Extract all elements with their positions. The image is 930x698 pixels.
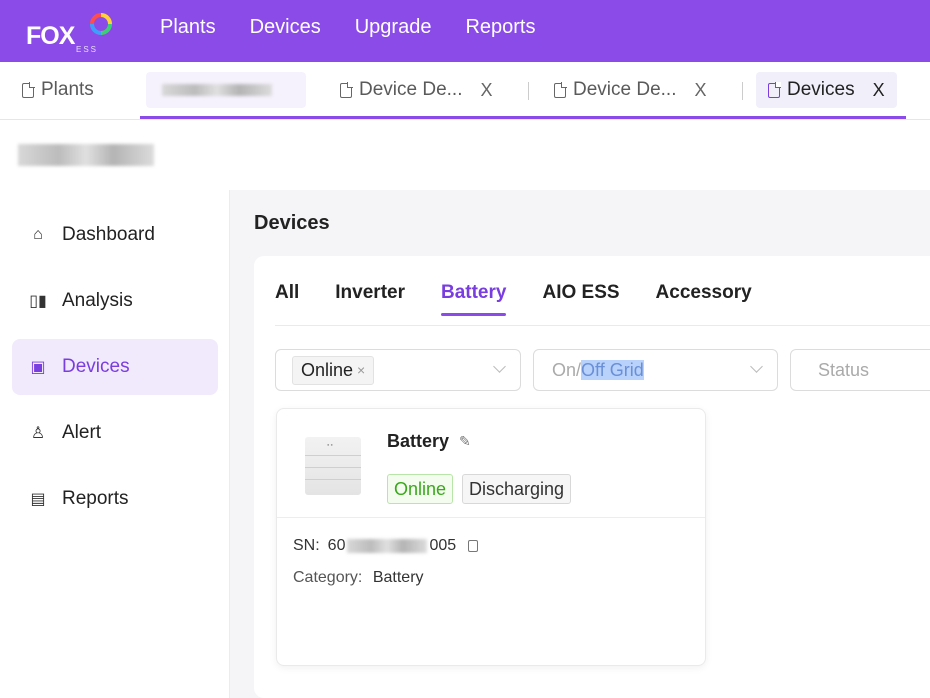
grid-placeholder: On/Off Grid [552, 359, 644, 380]
sidebar-item-analysis[interactable]: ▯▮ Analysis [12, 273, 218, 329]
page-title: Devices [254, 212, 330, 234]
sn-prefix: 60 [327, 537, 346, 554]
sidebar-item-label: Reports [62, 488, 129, 509]
close-icon[interactable]: X [480, 80, 492, 101]
main-nav: Plants Devices Upgrade Reports [160, 16, 569, 39]
status-badge-discharging: Discharging [462, 474, 572, 504]
status-select[interactable]: Status [790, 349, 930, 391]
tab-aio-ess[interactable]: AIO ESS [542, 282, 619, 316]
tabs-divider [275, 325, 930, 326]
close-icon[interactable]: X [694, 80, 706, 101]
chip-label: Online [301, 359, 354, 380]
status-filter-select[interactable]: Online × [275, 349, 521, 391]
sidebar-item-label: Devices [62, 356, 130, 377]
status-badge-online: Online [387, 474, 454, 504]
nav-upgrade[interactable]: Upgrade [355, 16, 432, 39]
tab-divider [742, 82, 743, 100]
sn-label: SN: [293, 537, 320, 554]
close-icon[interactable]: X [873, 80, 885, 101]
fox-ess-logo[interactable]: FOX ESS [18, 12, 128, 56]
sn-redacted [347, 539, 428, 553]
chip-remove-icon[interactable]: × [357, 362, 365, 378]
tab-accessory[interactable]: Accessory [656, 282, 752, 316]
document-icon [22, 82, 35, 98]
tab-active-underline [140, 116, 906, 119]
alert-icon: ♙ [30, 425, 46, 442]
plant-name-redacted [18, 144, 154, 166]
sidebar-item-dashboard[interactable]: ⌂ Dashboard [12, 207, 218, 263]
tab-label: Plants [41, 79, 94, 100]
tab-label: Devices [787, 79, 855, 100]
sidebar-item-devices[interactable]: ▣ Devices [12, 339, 218, 395]
chevron-down-icon [493, 360, 506, 373]
logo-text: FOX [26, 22, 75, 50]
tab-label: Device De... [359, 79, 463, 100]
copy-icon[interactable] [468, 540, 479, 552]
tab-label: Device De... [573, 79, 677, 100]
category-value: Battery [372, 569, 424, 586]
document-icon [340, 82, 353, 98]
category-label: Category: [293, 569, 363, 586]
home-icon: ⌂ [33, 226, 43, 243]
logo-ring-icon [90, 13, 112, 35]
sidebar: ⌂ Dashboard ▯▮ Analysis ▣ Devices ♙ Aler… [0, 190, 230, 698]
tab-strip: Plants Device De... X Device De... X Dev… [0, 62, 930, 120]
sidebar-item-label: Analysis [62, 290, 133, 311]
tab-devices[interactable]: Devices X [756, 72, 897, 108]
document-icon [554, 82, 567, 98]
sidebar-item-label: Dashboard [62, 224, 155, 245]
tab-device-detail-2[interactable]: Device De... X [554, 72, 707, 108]
top-nav-bar: FOX ESS Plants Devices Upgrade Reports [0, 0, 930, 62]
serial-number: SN: 60 005 [293, 537, 479, 555]
analysis-icon: ▯▮ [29, 293, 47, 310]
nav-reports[interactable]: Reports [465, 16, 535, 39]
grid-filter-select[interactable]: On/Off Grid [533, 349, 778, 391]
document-icon [768, 82, 781, 98]
tab-divider [528, 82, 529, 100]
tab-plants[interactable]: Plants [22, 72, 94, 108]
tab-device-detail-1[interactable]: Device De... X [340, 72, 493, 108]
device-category: Category: Battery [293, 569, 424, 587]
nav-plants[interactable]: Plants [160, 16, 216, 39]
status-placeholder: Status [818, 359, 870, 380]
tab-all[interactable]: All [275, 282, 299, 316]
chevron-down-icon [750, 360, 763, 373]
device-card[interactable]: ● ● Battery ✎ Online Discharging SN: 60 … [276, 408, 706, 666]
edit-pencil-icon[interactable]: ✎ [459, 433, 471, 450]
sn-suffix: 005 [429, 537, 457, 554]
device-type-tabs: All Inverter Battery AIO ESS Accessory [275, 282, 788, 316]
logo-subtext: ESS [76, 45, 99, 54]
battery-image: ● ● [305, 437, 361, 495]
reports-icon: ▤ [30, 491, 46, 508]
filter-chip-online[interactable]: Online × [292, 355, 375, 385]
devices-icon: ▣ [30, 359, 46, 376]
device-name: Battery ✎ [387, 431, 471, 451]
redacted-text [162, 84, 272, 96]
tab-plant-redacted[interactable] [146, 72, 306, 108]
sidebar-item-alert[interactable]: ♙ Alert [12, 405, 218, 461]
tab-battery[interactable]: Battery [440, 282, 507, 316]
sidebar-item-reports[interactable]: ▤ Reports [12, 471, 218, 527]
card-divider [277, 517, 705, 518]
sidebar-item-label: Alert [62, 422, 102, 443]
tab-inverter[interactable]: Inverter [335, 282, 405, 316]
nav-devices[interactable]: Devices [250, 16, 321, 39]
